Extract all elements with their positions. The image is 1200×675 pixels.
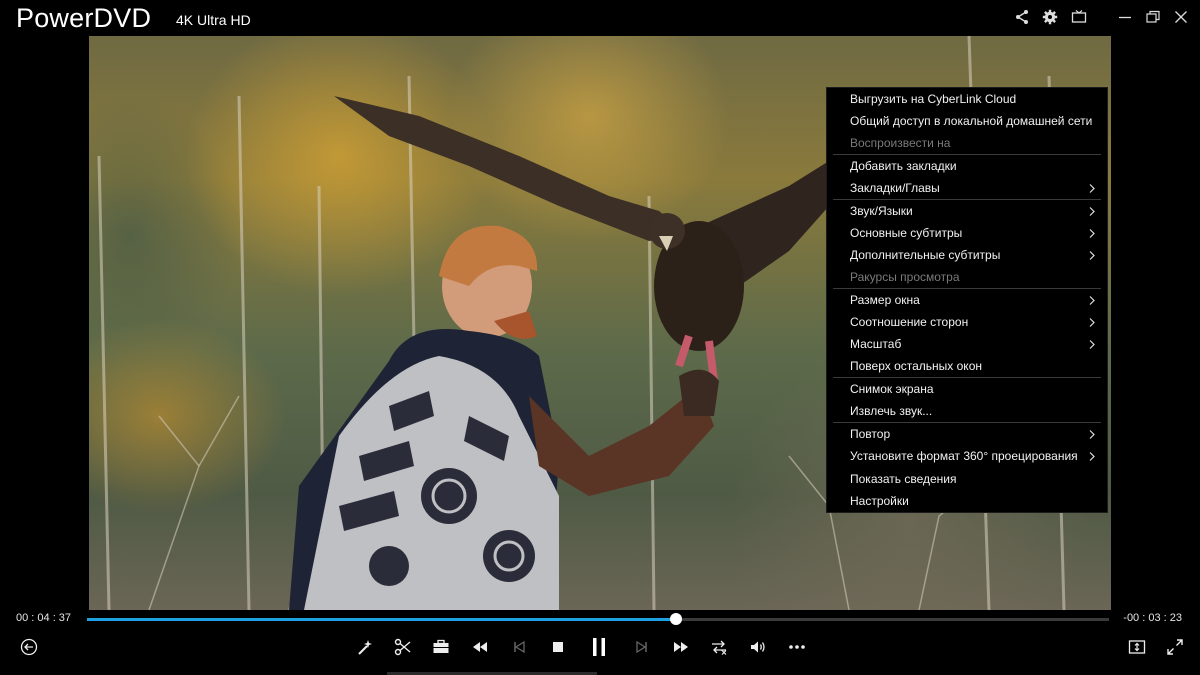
restore-icon[interactable] (1142, 6, 1164, 28)
menu-item[interactable]: Размер окна (827, 289, 1107, 311)
time-elapsed: 00 : 04 : 37 (16, 612, 72, 624)
minimize-icon[interactable] (1114, 6, 1136, 28)
tv-mode-icon[interactable] (1068, 6, 1090, 28)
chevron-right-icon (1087, 200, 1097, 222)
menu-item[interactable]: Звук/Языки (827, 200, 1107, 222)
chevron-right-icon (1087, 289, 1097, 311)
next-chapter-icon[interactable] (629, 634, 655, 660)
menu-item-label: Звук/Языки (850, 204, 913, 218)
stop-icon[interactable] (545, 634, 571, 660)
fullscreen-icon[interactable] (1162, 634, 1188, 660)
menu-item[interactable]: Соотношение сторон (827, 311, 1107, 333)
repeat-shuffle-icon[interactable] (706, 634, 732, 660)
menu-item-label: Основные субтитры (850, 226, 963, 240)
menu-item-label: Добавить закладки (850, 159, 957, 173)
chevron-right-icon (1087, 333, 1097, 355)
toolbox-icon[interactable] (428, 634, 454, 660)
aspect-ratio-icon[interactable] (1124, 634, 1150, 660)
menu-item-label: Соотношение сторон (850, 315, 969, 329)
chevron-right-icon (1087, 311, 1097, 333)
menu-item-label: Дополнительные субтитры (850, 248, 1001, 262)
chevron-right-icon (1087, 177, 1097, 199)
menu-item[interactable]: Извлечь звук... (827, 400, 1107, 422)
menu-item[interactable]: Дополнительные субтитры (827, 244, 1107, 266)
menu-item[interactable]: Выгрузить на CyberLink Cloud (827, 88, 1107, 110)
app-title: PowerDVD (16, 3, 152, 33)
fast-forward-icon[interactable] (668, 634, 694, 660)
volume-icon[interactable] (745, 634, 771, 660)
menu-item[interactable]: Масштаб (827, 333, 1107, 355)
menu-item[interactable]: Закладки/Главы (827, 177, 1107, 199)
seek-bar[interactable] (87, 613, 1109, 625)
chevron-right-icon (1087, 244, 1097, 266)
menu-item-label: Снимок экрана (850, 382, 934, 396)
menu-item-label: Ракурсы просмотра (850, 270, 960, 284)
menu-item-label: Масштаб (850, 337, 902, 351)
menu-item[interactable]: Повтор (827, 423, 1107, 445)
menu-item-label: Выгрузить на CyberLink Cloud (850, 92, 1017, 106)
magic-wand-icon[interactable] (352, 634, 378, 660)
menu-item[interactable]: Основные субтитры (827, 222, 1107, 244)
menu-item[interactable]: Снимок экрана (827, 378, 1107, 400)
menu-item: Ракурсы просмотра (827, 266, 1107, 288)
chevron-right-icon (1087, 423, 1097, 445)
menu-item-label: Поверх остальных окон (850, 359, 982, 373)
menu-item: Воспроизвести на (827, 132, 1107, 154)
context-menu: Выгрузить на CyberLink Cloud Общий доступ… (826, 87, 1108, 513)
share-icon[interactable] (1011, 6, 1033, 28)
menu-item[interactable]: Установите формат 360° проецирования (827, 445, 1107, 467)
menu-item-label: Настройки (850, 494, 909, 508)
gear-icon[interactable] (1039, 6, 1061, 28)
rewind-icon[interactable] (467, 634, 493, 660)
seek-thumb[interactable] (669, 613, 682, 625)
menu-item-label: Показать сведения (850, 472, 957, 486)
menu-item[interactable]: Добавить закладки (827, 155, 1107, 177)
chevron-right-icon (1087, 222, 1097, 244)
back-icon[interactable] (16, 634, 42, 660)
quality-label: 4K Ultra HD (176, 12, 251, 28)
menu-item-label: Извлечь звук... (850, 404, 933, 418)
menu-item-label: Установите формат 360° проецирования (850, 449, 1078, 463)
more-icon[interactable] (784, 634, 810, 660)
menu-item-label: Закладки/Главы (850, 181, 940, 195)
pause-icon[interactable] (583, 632, 615, 662)
menu-item[interactable]: Поверх остальных окон (827, 355, 1107, 377)
menu-item-label: Повтор (850, 427, 891, 441)
time-remaining: -00 : 03 : 23 (1123, 612, 1182, 624)
menu-item[interactable]: Настройки (827, 490, 1107, 512)
menu-item-label: Воспроизвести на (850, 136, 951, 150)
seek-progress (87, 618, 676, 621)
scissors-icon[interactable] (390, 634, 416, 660)
close-icon[interactable] (1170, 6, 1192, 28)
menu-item[interactable]: Показать сведения (827, 468, 1107, 490)
menu-item-label: Общий доступ в локальной домашней сети (850, 114, 1093, 128)
previous-chapter-icon[interactable] (506, 634, 532, 660)
menu-item[interactable]: Общий доступ в локальной домашней сети (827, 110, 1107, 132)
chevron-right-icon (1087, 445, 1097, 467)
menu-item-label: Размер окна (850, 293, 920, 307)
